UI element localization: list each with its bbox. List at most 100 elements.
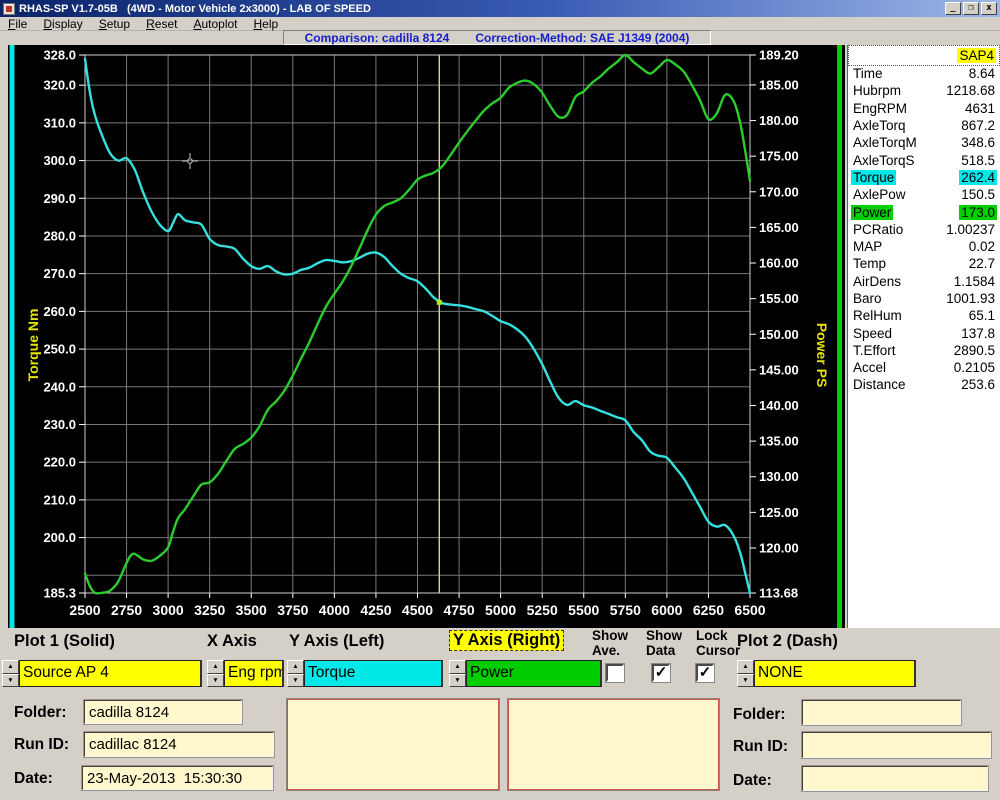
channel-value: 0.2105 — [953, 360, 995, 376]
restore-button[interactable]: ❐ — [963, 2, 979, 15]
channel-value: 22.7 — [968, 256, 995, 272]
plot2-combo-down-arrow[interactable]: ▼ — [737, 673, 754, 687]
channel-value: 137.8 — [961, 325, 995, 341]
panel-row-distance: Distance 253.6 — [848, 376, 1000, 393]
xaxis-combo: ▲ ▼ Eng rpm — [207, 660, 284, 687]
window-title: RHAS-SP V1.7-05B (4WD - Motor Vehicle 2x… — [19, 2, 371, 15]
channel-label: Speed — [853, 325, 893, 341]
yaxis-left-combo-up-arrow[interactable]: ▲ — [287, 660, 304, 674]
date-input-right[interactable] — [801, 765, 989, 792]
runid-input-right[interactable] — [801, 731, 992, 759]
x-tick-label: 5000 — [485, 602, 516, 618]
yaxis-right-combo-up-arrow[interactable]: ▲ — [449, 660, 466, 674]
xaxis-combo-up-arrow[interactable]: ▲ — [207, 660, 224, 674]
yleft-tick-label: 328.0 — [43, 48, 76, 63]
comment-box-plot2[interactable] — [507, 698, 720, 791]
channel-value: 1001.93 — [946, 291, 995, 306]
yright-tick-label: 155.00 — [759, 291, 799, 306]
yaxis-left-combo-value[interactable]: Torque — [304, 660, 443, 687]
panel-row-baro: Baro 1001.93 — [848, 290, 1000, 307]
menu-item-setup[interactable]: Setup — [91, 17, 138, 31]
channel-value: 253.6 — [961, 377, 995, 393]
yright-tick-label: 180.00 — [759, 113, 799, 128]
comparison-strip: Comparison: cadilla 8124 Correction-Meth… — [0, 30, 1000, 45]
yright-tick-label: 170.00 — [759, 184, 799, 199]
date-label-right: Date: — [733, 772, 772, 789]
xaxis-combo-down-arrow[interactable]: ▼ — [207, 673, 224, 687]
channel-value: 1.1584 — [953, 273, 995, 289]
panel-row-axletorqm: AxleTorqM 348.6 — [848, 134, 1000, 151]
menu-item-reset[interactable]: Reset — [138, 17, 185, 31]
yright-tick-label: 135.00 — [759, 434, 799, 449]
app-icon — [3, 2, 15, 15]
x-tick-label: 4000 — [319, 602, 350, 618]
yleft-tick-label: 240.0 — [43, 379, 76, 394]
yright-tick-label: 160.00 — [759, 256, 799, 271]
menu-item-autoplot[interactable]: Autoplot — [185, 17, 245, 31]
lock-cursor-checkbox[interactable]: ✓ — [695, 663, 715, 683]
yleft-tick-label: 270.0 — [43, 266, 76, 281]
menu-item-display[interactable]: Display — [35, 17, 90, 31]
channel-value: 173.0 — [959, 204, 997, 220]
cursor-marker — [436, 299, 442, 305]
runid-input-left[interactable] — [83, 731, 275, 758]
channel-value: 4631 — [964, 100, 995, 116]
folder-label-right: Folder: — [733, 706, 786, 723]
data-panel-header[interactable]: SAP4 — [848, 45, 1000, 66]
channel-value: 8.64 — [968, 66, 995, 82]
minimize-button[interactable]: _ — [945, 2, 961, 15]
yleft-tick-label: 320.0 — [43, 78, 76, 93]
panel-row-axlepow: AxlePow 150.5 — [848, 186, 1000, 203]
date-input-left[interactable] — [81, 765, 274, 791]
yright-axis-title: Power PS — [814, 323, 830, 388]
right-axis-color-bar — [837, 45, 842, 628]
channel-value: 2890.5 — [953, 342, 995, 358]
panel-row-t-effort: T.Effort 2890.5 — [848, 342, 1000, 359]
x-tick-label: 5500 — [568, 602, 599, 618]
channel-value: 1.00237 — [946, 221, 995, 237]
close-button[interactable]: x — [981, 2, 997, 15]
yright-label[interactable]: Y Axis (Right) — [449, 630, 565, 651]
plot1-source-combo-down-arrow[interactable]: ▼ — [2, 673, 19, 687]
show-data-checkbox[interactable]: ✓ — [651, 663, 671, 683]
menu-item-file[interactable]: File — [0, 17, 35, 31]
x-tick-label: 2500 — [69, 602, 100, 618]
yright-tick-label: 185.00 — [759, 77, 799, 92]
channel-label: AxleTorq — [853, 118, 906, 134]
yright-tick-label: 175.00 — [759, 149, 799, 164]
channel-label: Time — [853, 66, 883, 82]
x-tick-label: 4750 — [443, 602, 474, 618]
gridlines — [85, 55, 750, 593]
folder-label-left: Folder: — [14, 704, 67, 721]
yleft-tick-label: 220.0 — [43, 455, 76, 470]
comment-box-plot1[interactable] — [286, 698, 500, 791]
plot1-source-combo-up-arrow[interactable]: ▲ — [2, 660, 19, 674]
channel-value: 150.5 — [961, 187, 995, 203]
yaxis-left-combo-down-arrow[interactable]: ▼ — [287, 673, 304, 687]
plot2-combo-value[interactable]: NONE — [754, 660, 916, 687]
plot2-label: Plot 2 (Dash) — [737, 632, 838, 650]
yaxis-right-combo-value[interactable]: Power — [466, 660, 602, 687]
yleft-tick-label: 260.0 — [43, 304, 76, 319]
yright-tick-label: 140.00 — [759, 398, 799, 413]
x-tick-label: 3500 — [236, 602, 267, 618]
folder-input-right[interactable] — [801, 699, 962, 726]
folder-input-left[interactable] — [83, 699, 243, 725]
channel-label: EngRPM — [853, 100, 908, 116]
control-panel: Plot 1 (Solid) X Axis Y Axis (Left) Y Ax… — [0, 628, 1000, 800]
x-tick-label: 3000 — [153, 602, 184, 618]
channel-label: MAP — [853, 239, 883, 255]
xaxis-combo-value[interactable]: Eng rpm — [224, 660, 284, 687]
x-tick-label: 4500 — [402, 602, 433, 618]
plot1-source-combo-value[interactable]: Source AP 4 — [19, 660, 202, 687]
yleft-tick-label: 290.0 — [43, 191, 76, 206]
menu-item-help[interactable]: Help — [246, 17, 287, 31]
title-bar[interactable]: RHAS-SP V1.7-05B (4WD - Motor Vehicle 2x… — [0, 0, 1000, 17]
yaxis-right-combo-down-arrow[interactable]: ▼ — [449, 673, 466, 687]
chart-area[interactable]: 328.0 320.0 310.0 300.0 290.0 280.0 270.0 260.0… — [8, 45, 845, 628]
plot2-combo-up-arrow[interactable]: ▲ — [737, 660, 754, 674]
panel-row-engrpm: EngRPM 4631 — [848, 100, 1000, 117]
show-ave--checkbox[interactable] — [605, 663, 625, 683]
x-tick-label: 3750 — [277, 602, 308, 618]
panel-row-axletorqs: AxleTorqS 518.5 — [848, 151, 1000, 168]
